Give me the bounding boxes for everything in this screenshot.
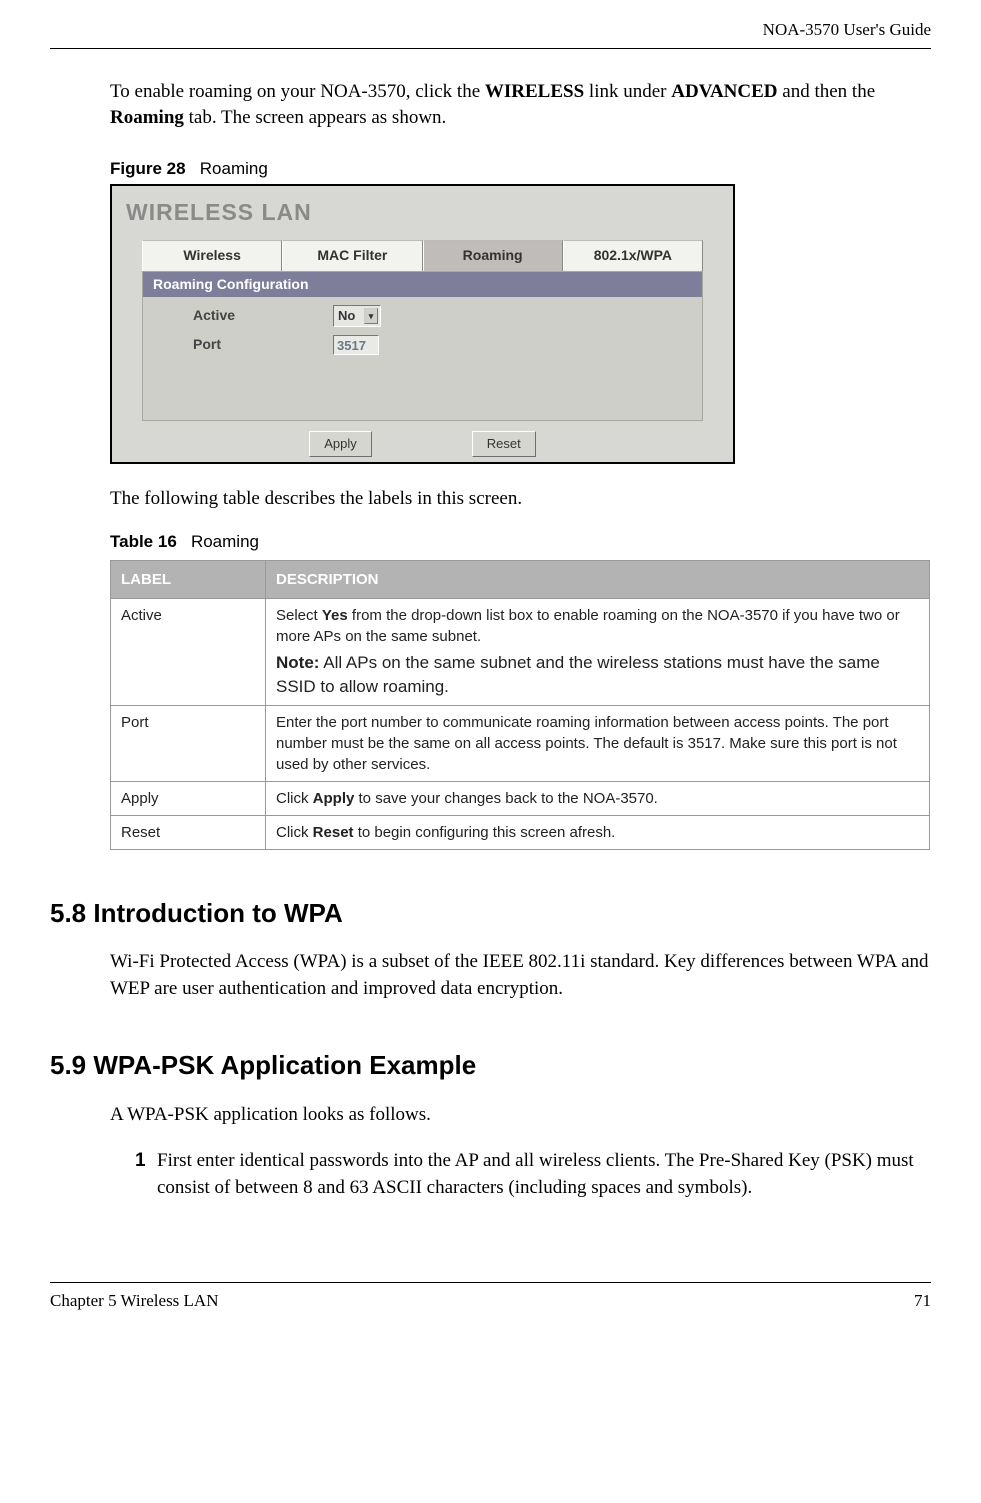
- tab-row: Wireless MAC Filter Roaming 802.1x/WPA: [142, 240, 703, 271]
- header-rule: [50, 48, 931, 49]
- d1b: Reset: [313, 824, 354, 841]
- active-label: Active: [193, 306, 323, 326]
- col-label: LABEL: [111, 561, 266, 599]
- list-item-1: 1 First enter identical passwords into t…: [135, 1148, 931, 1201]
- table-header-row: LABEL DESCRIPTION: [111, 561, 930, 599]
- port-label: Port: [193, 335, 323, 355]
- figure-label: Figure 28: [110, 159, 186, 178]
- description-table: LABEL DESCRIPTION Active Select Yes from…: [110, 560, 930, 850]
- d1b: Apply: [313, 790, 355, 807]
- roaming-panel: Roaming Configuration Active No Port 351…: [142, 271, 703, 421]
- ui-window-title: WIRELESS LAN: [112, 186, 733, 234]
- panel-header: Roaming Configuration: [143, 272, 702, 298]
- chevron-down-icon[interactable]: [364, 308, 378, 324]
- intro-b2: ADVANCED: [671, 81, 777, 102]
- ui-screenshot-box: WIRELESS LAN Wireless MAC Filter Roaming…: [110, 184, 735, 464]
- d1b: Yes: [322, 607, 348, 624]
- active-select[interactable]: No: [333, 305, 381, 327]
- list-item-text: First enter identical passwords into the…: [157, 1148, 931, 1201]
- footer-rule: [50, 1282, 931, 1283]
- d1post: to save your changes back to the NOA-357…: [354, 790, 658, 807]
- cell-desc: Enter the port number to communicate roa…: [266, 705, 930, 781]
- doc-header-title: NOA-3570 User's Guide: [50, 18, 931, 42]
- footer-page: 71: [914, 1289, 931, 1313]
- active-row: Active No: [143, 297, 702, 327]
- note-b: Note:: [276, 653, 319, 672]
- heading-58: 5.8 Introduction to WPA: [50, 895, 931, 931]
- reset-button[interactable]: Reset: [472, 431, 536, 457]
- button-row: Apply Reset: [112, 431, 733, 457]
- port-input[interactable]: 3517: [333, 335, 379, 355]
- intro-b3: Roaming: [110, 107, 184, 128]
- body-59: A WPA-PSK application looks as follows.: [110, 1102, 931, 1129]
- heading-59: 5.9 WPA-PSK Application Example: [50, 1047, 931, 1083]
- d1: Select: [276, 607, 322, 624]
- table-row: Reset Click Reset to begin configuring t…: [111, 815, 930, 849]
- list-number: 1: [135, 1148, 151, 1201]
- intro-mid2: and then the: [778, 81, 876, 102]
- intro-post: tab. The screen appears as shown.: [184, 107, 446, 128]
- col-description: DESCRIPTION: [266, 561, 930, 599]
- port-row: Port 3517: [143, 327, 702, 355]
- intro-paragraph: To enable roaming on your NOA-3570, clic…: [110, 79, 931, 132]
- tab-roaming[interactable]: Roaming: [423, 240, 563, 271]
- table-row: Active Select Yes from the drop-down lis…: [111, 599, 930, 706]
- d1post: from the drop-down list box to enable ro…: [276, 607, 900, 645]
- d1: Click: [276, 824, 313, 841]
- cell-desc: Click Reset to begin configuring this sc…: [266, 815, 930, 849]
- table-caption: Table 16 Roaming: [110, 530, 931, 554]
- cell-label: Port: [111, 705, 266, 781]
- cell-desc: Click Apply to save your changes back to…: [266, 781, 930, 815]
- cell-label: Active: [111, 599, 266, 706]
- tab-8021x-wpa[interactable]: 802.1x/WPA: [563, 240, 703, 271]
- tab-mac-filter[interactable]: MAC Filter: [282, 240, 422, 271]
- table-title: Roaming: [191, 532, 259, 551]
- active-select-value: No: [338, 307, 355, 325]
- table-row: Apply Click Apply to save your changes b…: [111, 781, 930, 815]
- footer-chapter: Chapter 5 Wireless LAN: [50, 1289, 219, 1313]
- table-label: Table 16: [110, 532, 177, 551]
- footer: Chapter 5 Wireless LAN 71: [50, 1289, 931, 1313]
- figure-title: Roaming: [200, 159, 268, 178]
- apply-button[interactable]: Apply: [309, 431, 372, 457]
- note-text: All APs on the same subnet and the wirel…: [276, 653, 880, 696]
- after-figure-text: The following table describes the labels…: [110, 486, 931, 513]
- cell-desc: Select Yes from the drop-down list box t…: [266, 599, 930, 706]
- body-58: Wi-Fi Protected Access (WPA) is a subset…: [110, 949, 931, 1002]
- figure-caption: Figure 28 Roaming: [110, 157, 931, 181]
- cell-label: Apply: [111, 781, 266, 815]
- intro-b1: WIRELESS: [485, 81, 584, 102]
- cell-label: Reset: [111, 815, 266, 849]
- intro-mid1: link under: [584, 81, 671, 102]
- d1: Click: [276, 790, 313, 807]
- d1post: to begin configuring this screen afresh.: [354, 824, 616, 841]
- table-row: Port Enter the port number to communicat…: [111, 705, 930, 781]
- intro-pre: To enable roaming on your NOA-3570, clic…: [110, 81, 485, 102]
- tab-wireless[interactable]: Wireless: [142, 240, 282, 271]
